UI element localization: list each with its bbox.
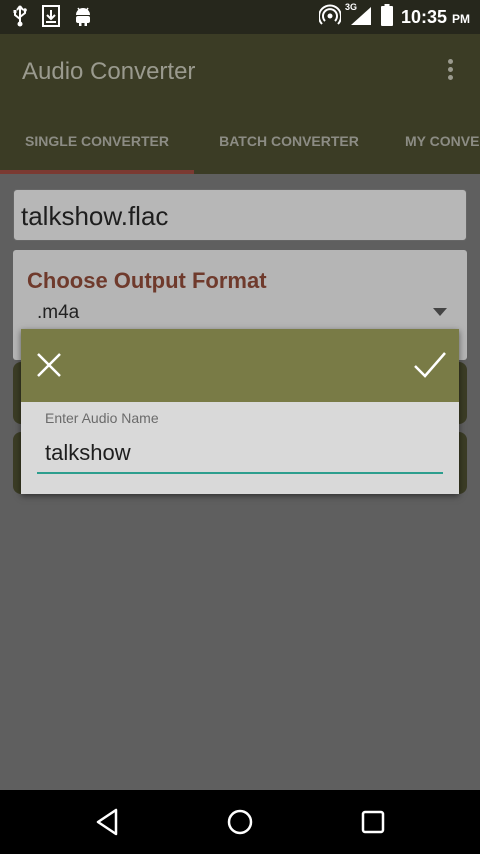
close-icon[interactable] [35,351,63,379]
back-icon[interactable] [92,806,124,838]
audio-name-dialog: Enter Audio Name [21,329,459,494]
download-icon [42,5,60,32]
signal-icon: 3G [345,2,373,31]
source-file-card[interactable]: talkshow.flac [13,189,467,241]
tab-my-converter[interactable]: MY CONVERTER [384,108,480,174]
recents-icon[interactable] [357,806,389,838]
app-bar: Audio Converter [0,34,480,108]
dropdown-arrow-icon[interactable] [433,308,447,316]
output-format-dropdown[interactable]: .m4a [37,302,79,324]
tab-bar: SINGLE CONVERTER BATCH CONVERTER MY CONV… [0,108,480,174]
dialog-header [21,329,459,402]
usb-icon [12,5,28,32]
clock: 10:35 PM [401,7,470,28]
clock-ampm: PM [452,12,470,26]
clock-time: 10:35 [400,7,447,27]
source-file-name: talkshow.flac [21,201,169,231]
audio-name-label: Enter Audio Name [45,410,159,426]
home-icon[interactable] [224,806,256,838]
nav-bar [0,790,480,854]
tab-single-converter[interactable]: SINGLE CONVERTER [0,108,194,174]
output-format-title: Choose Output Format [27,268,267,293]
android-icon [74,5,92,32]
hotspot-icon [317,4,342,31]
check-icon[interactable] [413,349,447,381]
tab-batch-converter[interactable]: BATCH CONVERTER [194,108,384,174]
battery-icon [380,4,393,31]
status-bar: 3G 10:35 PM [0,0,480,34]
audio-name-input[interactable] [37,434,443,474]
more-vert-icon[interactable] [440,56,460,86]
network-type-label: 3G [344,2,357,12]
app-title: Audio Converter [22,58,196,85]
